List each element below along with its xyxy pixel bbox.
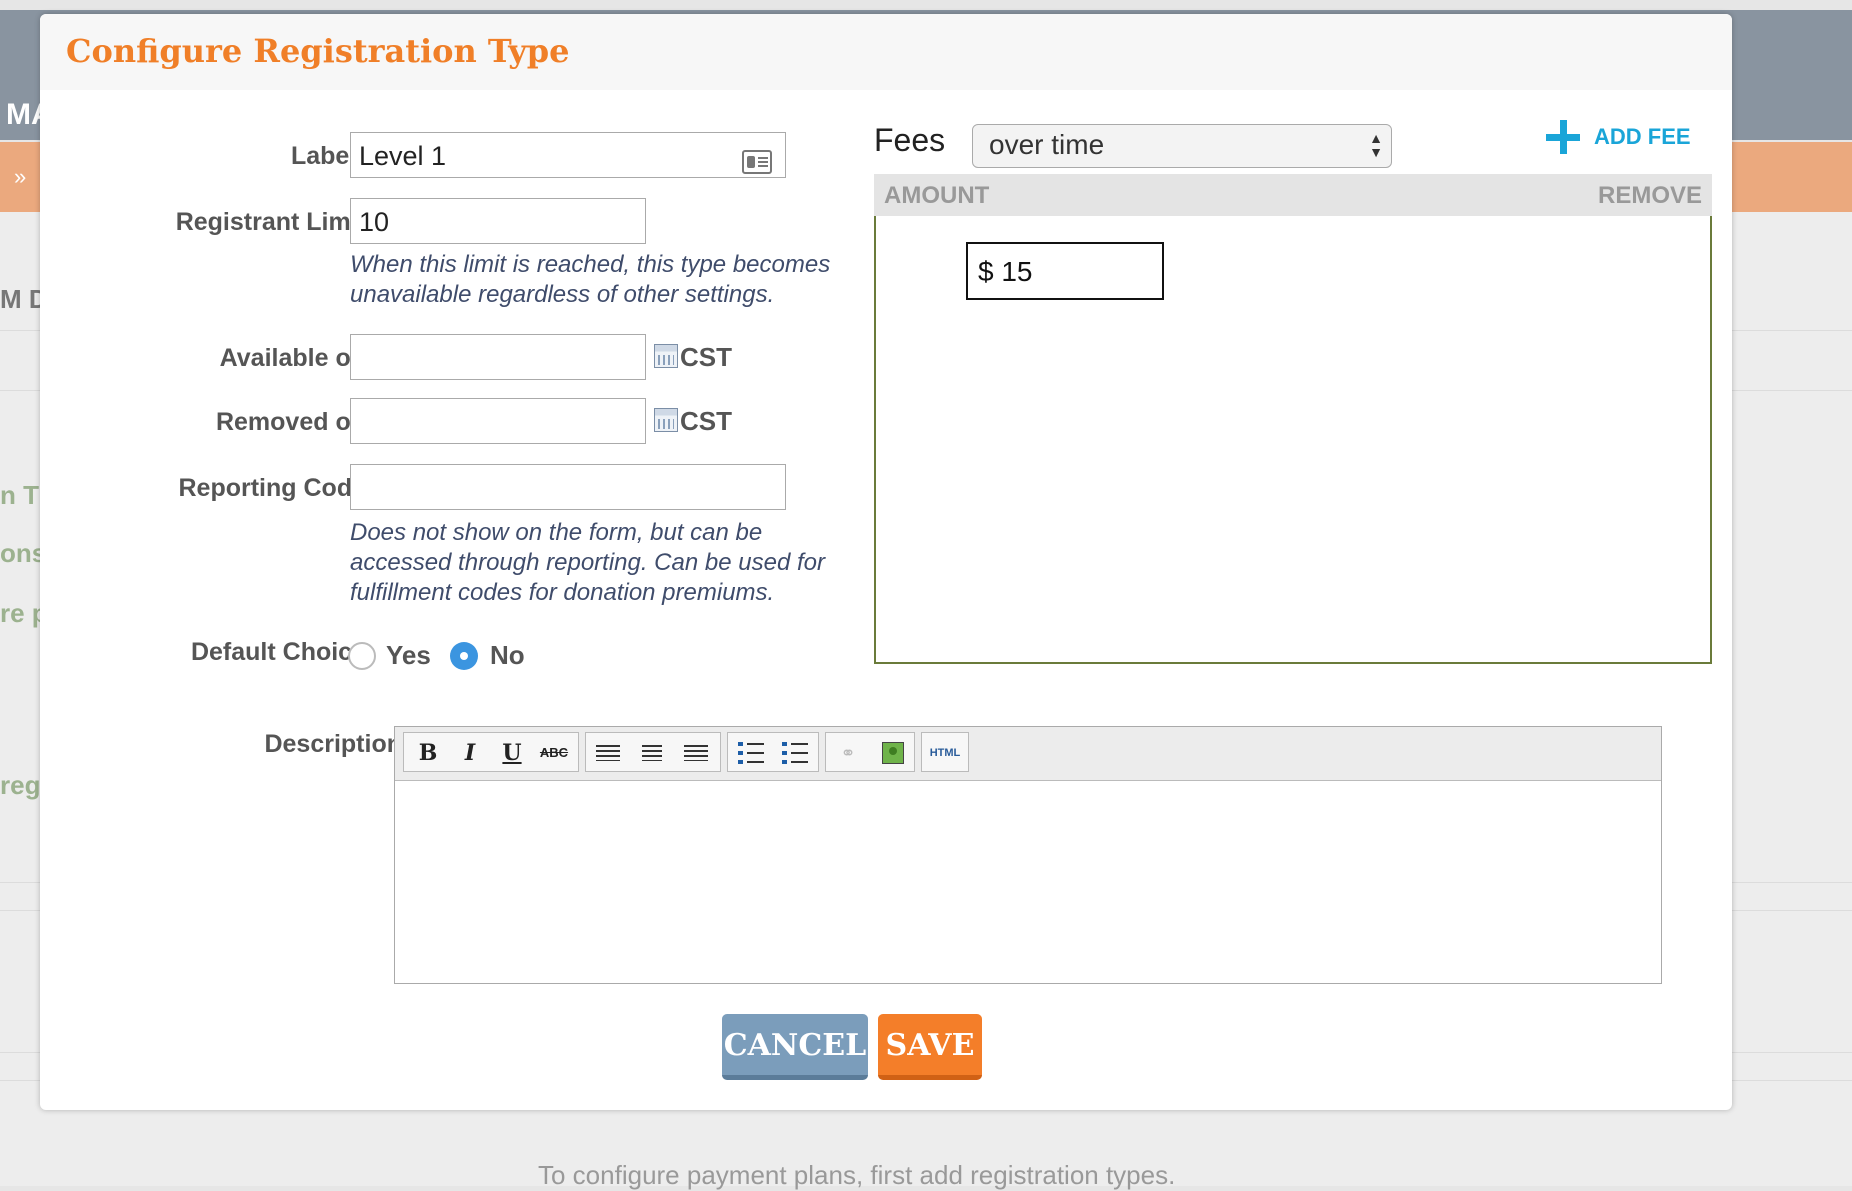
bold-button[interactable]: B <box>408 738 448 768</box>
italic-button[interactable]: I <box>450 738 490 768</box>
insert-image-button[interactable] <box>872 738 912 768</box>
numbered-list-icon <box>782 742 808 765</box>
hint-line: fulfillment codes for donation premiums. <box>350 579 775 606</box>
plus-icon <box>1546 120 1580 154</box>
amount-column-header: AMOUNT <box>884 182 990 209</box>
underline-button[interactable]: U <box>492 738 532 768</box>
registrant-limit-value: 10 <box>359 207 390 237</box>
configure-registration-type-dialog: Configure Registration Type Label* Level… <box>40 14 1732 1110</box>
reporting-code-label: Reporting Code <box>178 474 367 502</box>
hint-line: accessed through reporting. Can be used … <box>350 549 825 576</box>
removed-on-timezone: CST <box>680 406 732 436</box>
registrant-limit-input[interactable]: 10 <box>350 198 646 244</box>
strikethrough-button[interactable]: ABC <box>534 738 574 768</box>
registrant-limit-hint: When this limit is reached, this type be… <box>350 250 830 310</box>
editor-toolbar: B I U ABC ⚭ HTML <box>395 727 1661 781</box>
numbered-list-button[interactable] <box>774 738 814 768</box>
available-on-label: Available on <box>219 344 366 372</box>
html-button-group: HTML <box>921 732 969 772</box>
default-choice-yes-radio[interactable] <box>348 642 376 670</box>
calendar-icon[interactable] <box>654 408 678 432</box>
align-left-icon <box>596 745 620 761</box>
insert-button-group: ⚭ <box>825 732 915 772</box>
align-center-button[interactable] <box>632 738 672 768</box>
bullet-list-button[interactable] <box>730 738 770 768</box>
remove-column-header: REMOVE <box>1597 182 1702 209</box>
fees-mode-select[interactable]: over time ▲ ▼ <box>972 124 1392 168</box>
fees-table-header: AMOUNT REMOVE <box>874 174 1712 216</box>
format-button-group: B I U ABC <box>403 732 579 772</box>
removed-on-label: Removed on <box>215 408 366 436</box>
bullet-list-icon <box>738 742 764 765</box>
label-field-label: Label* <box>290 142 366 170</box>
save-button[interactable]: SAVE <box>878 1014 982 1080</box>
fee-amount-input[interactable]: $ 15 <box>966 242 1164 300</box>
default-choice-no-radio[interactable] <box>450 642 478 670</box>
chevron-right-icon: » <box>14 164 27 189</box>
description-editor[interactable]: B I U ABC ⚭ HTML <box>394 726 1662 984</box>
reporting-code-input[interactable] <box>350 464 786 510</box>
align-left-button[interactable] <box>588 738 628 768</box>
removed-on-input[interactable] <box>350 398 646 444</box>
background-fragment: reg <box>0 770 41 800</box>
registrant-limit-label: Registrant Limit <box>175 208 366 236</box>
align-right-button[interactable] <box>676 738 716 768</box>
list-button-group <box>727 732 819 772</box>
fee-amount-value: $ 15 <box>978 256 1033 287</box>
fees-mode-value: over time <box>989 129 1105 160</box>
description-label: Description <box>264 730 402 758</box>
align-button-group <box>585 732 721 772</box>
select-arrows-icon: ▲ ▼ <box>1369 130 1383 160</box>
align-right-icon <box>684 745 708 761</box>
insert-link-button[interactable]: ⚭ <box>828 738 868 768</box>
hint-line: unavailable regardless of other settings… <box>350 281 775 308</box>
link-icon: ⚭ <box>840 743 856 763</box>
hint-line: When this limit is reached, this type be… <box>350 251 831 278</box>
hint-line: Does not show on the form, but can be <box>350 519 763 546</box>
default-choice-yes-label[interactable]: Yes <box>386 640 431 671</box>
cancel-button[interactable]: CANCEL <box>722 1014 868 1080</box>
label-input[interactable]: Level 1 <box>350 132 786 178</box>
available-on-input[interactable] <box>350 334 646 380</box>
add-fee-label: ADD FEE <box>1594 124 1691 149</box>
add-fee-button[interactable]: ADD FEE <box>1546 120 1691 154</box>
label-input-value: Level 1 <box>359 141 447 171</box>
image-icon <box>882 742 904 764</box>
dialog-title: Configure Registration Type <box>66 32 570 70</box>
available-on-timezone: CST <box>680 342 732 372</box>
dialog-header: Configure Registration Type <box>40 14 1732 90</box>
reporting-code-hint: Does not show on the form, but can be ac… <box>350 518 825 608</box>
background-fragment: n T <box>0 480 39 510</box>
default-choice-label: Default Choice <box>190 638 366 666</box>
default-choice-no-label[interactable]: No <box>490 640 525 671</box>
fees-label: Fees <box>874 122 946 158</box>
calendar-icon[interactable] <box>654 344 678 368</box>
html-source-button[interactable]: HTML <box>925 738 965 768</box>
background-footer-text: To configure payment plans, first add re… <box>538 1160 1176 1190</box>
align-center-icon <box>642 745 662 761</box>
contact-card-icon[interactable] <box>742 150 772 174</box>
